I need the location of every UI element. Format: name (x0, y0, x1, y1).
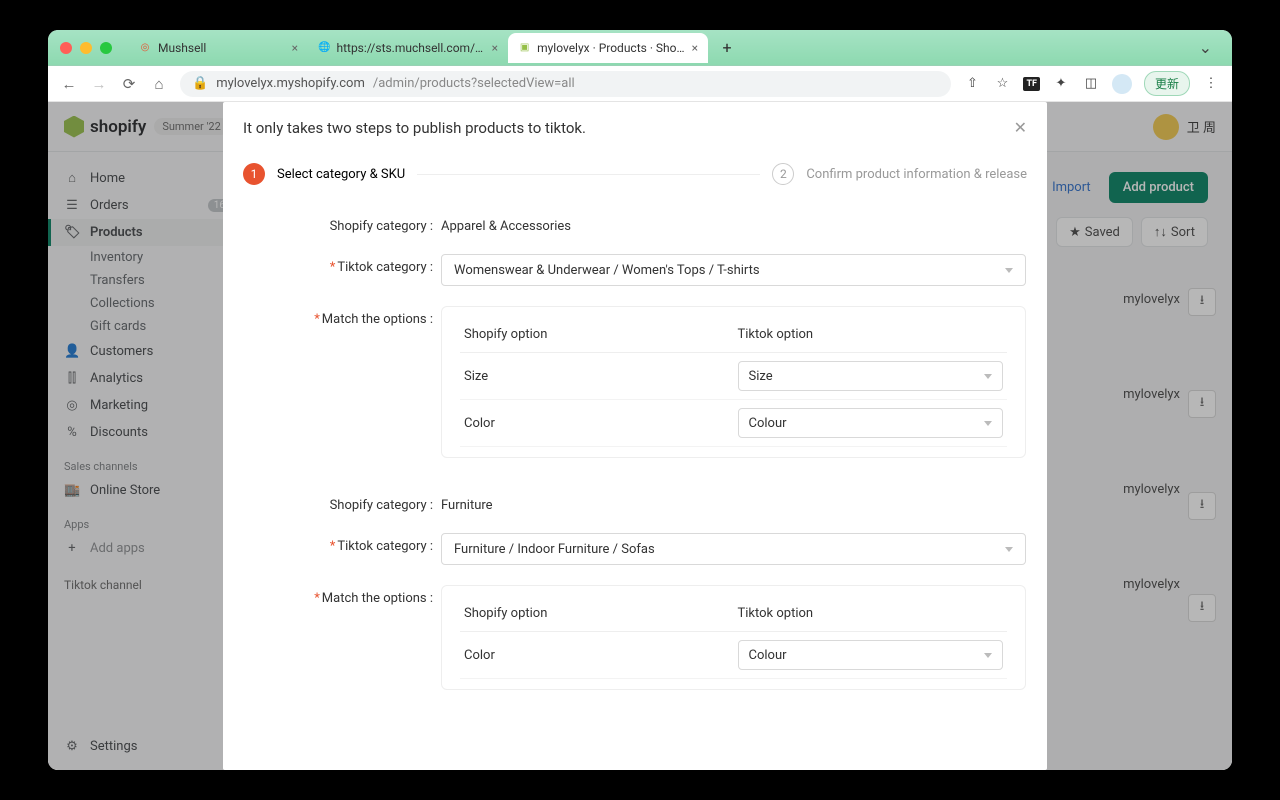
options-table-2: Shopify optionTiktok option ColorColour (441, 585, 1026, 690)
shopify-option-cell: Color (460, 400, 734, 447)
browser-window: ◎ Mushsell × 🌐 https://sts.muchsell.com/aut… (48, 30, 1232, 770)
extensions-icon[interactable]: ✦ (1052, 75, 1070, 93)
modal-title: It only takes two steps to publish produ… (243, 119, 586, 137)
tiktok-option-select[interactable]: Colour (738, 640, 1004, 670)
publish-modal: It only takes two steps to publish produ… (223, 102, 1047, 770)
browser-tabs: ◎ Mushsell × 🌐 https://sts.muchsell.com/aut… (128, 33, 1191, 63)
col-tiktok-option: Tiktok option (734, 317, 1008, 353)
tiktok-option-select[interactable]: Colour (738, 408, 1004, 438)
shopify-app: shopify Summer '22 🔍Search 卫 周 ⌂Home ☰Or… (48, 102, 1232, 770)
window-controls (60, 42, 112, 54)
col-shopify-option: Shopify option (460, 596, 734, 632)
modal-header: It only takes two steps to publish produ… (223, 102, 1047, 153)
tiktok-category-select[interactable]: Womenswear & Underwear / Women's Tops / … (441, 254, 1026, 286)
tiktok-category-label: *Tiktok category : (243, 254, 433, 275)
step-2-badge: 2 (772, 163, 794, 185)
minimize-window[interactable] (80, 42, 92, 54)
shopify-option-cell: Size (460, 353, 734, 400)
share-icon[interactable]: ⇧ (963, 75, 981, 93)
tab-label: Mushsell (158, 41, 206, 55)
shopify-category-value: Apparel & Accessories (441, 213, 571, 234)
update-button[interactable]: 更新 (1144, 71, 1190, 96)
url-host: mylovelyx.myshopify.com (216, 76, 365, 91)
star-icon[interactable]: ☆ (993, 75, 1011, 93)
url-bar: ← → ⟳ ⌂ 🔒 mylovelyx.myshopify.com/admin/… (48, 66, 1232, 102)
row-tiktok-category-2: *Tiktok category : Furniture / Indoor Fu… (243, 523, 1027, 575)
match-options-label: *Match the options : (243, 585, 433, 606)
step-1-badge: 1 (243, 163, 265, 185)
option-row: SizeSize (460, 353, 1007, 400)
stepper: 1 Select category & SKU 2 Confirm produc… (223, 153, 1047, 203)
profile-avatar-icon[interactable] (1112, 74, 1132, 94)
tab-overflow[interactable]: ⌄ (1191, 34, 1220, 61)
tab-auth[interactable]: 🌐 https://sts.muchsell.com/auth/ × (308, 33, 508, 63)
step-2-label: Confirm product information & release (806, 167, 1027, 182)
shopify-option-cell: Color (460, 632, 734, 679)
tab-mushsell[interactable]: ◎ Mushsell × (128, 33, 308, 63)
back-icon[interactable]: ← (60, 75, 78, 93)
row-match-options-2: *Match the options : Shopify optionTikto… (243, 575, 1027, 700)
menu-icon[interactable]: ⋮ (1202, 75, 1220, 93)
tab-label: https://sts.muchsell.com/auth/ (336, 41, 485, 55)
forward-icon[interactable]: → (90, 75, 108, 93)
close-icon[interactable]: × (692, 41, 698, 55)
favicon-generic: 🌐 (318, 41, 330, 55)
tiktok-option-select[interactable]: Size (738, 361, 1004, 391)
shopify-category-value: Furniture (441, 492, 493, 513)
titlebar: ◎ Mushsell × 🌐 https://sts.muchsell.com/aut… (48, 30, 1232, 66)
lock-icon: 🔒 (192, 76, 208, 91)
url-path: /admin/products?selectedView=all (373, 76, 575, 91)
tiktok-category-select[interactable]: Furniture / Indoor Furniture / Sofas (441, 533, 1026, 565)
close-icon[interactable]: × (292, 41, 298, 55)
step-1-label: Select category & SKU (277, 167, 405, 182)
address-input[interactable]: 🔒 mylovelyx.myshopify.com/admin/products… (180, 71, 951, 97)
shopify-category-label: Shopify category : (243, 492, 433, 513)
close-icon[interactable]: ✕ (1014, 118, 1027, 137)
tf-extension-icon[interactable]: TF (1023, 77, 1040, 91)
stepper-line (417, 174, 760, 175)
row-tiktok-category-1: *Tiktok category : Womenswear & Underwea… (243, 244, 1027, 296)
row-match-options-1: *Match the options : Shopify optionTikto… (243, 296, 1027, 468)
options-table-1: Shopify optionTiktok option SizeSize Col… (441, 306, 1026, 458)
favicon-shopify: ▣ (518, 41, 531, 55)
favicon-mushsell: ◎ (138, 41, 152, 55)
reload-icon[interactable]: ⟳ (120, 75, 138, 93)
col-shopify-option: Shopify option (460, 317, 734, 353)
tab-label: mylovelyx · Products · Shopify (537, 41, 686, 55)
option-row: ColorColour (460, 632, 1007, 679)
close-window[interactable] (60, 42, 72, 54)
close-icon[interactable]: × (492, 41, 498, 55)
shopify-category-label: Shopify category : (243, 213, 433, 234)
tiktok-category-label: *Tiktok category : (243, 533, 433, 554)
modal-body: Shopify category : Apparel & Accessories… (223, 203, 1047, 770)
col-tiktok-option: Tiktok option (734, 596, 1008, 632)
row-shopify-category-1: Shopify category : Apparel & Accessories (243, 203, 1027, 244)
home-icon[interactable]: ⌂ (150, 75, 168, 93)
sidepanel-icon[interactable]: ◫ (1082, 75, 1100, 93)
tab-shopify[interactable]: ▣ mylovelyx · Products · Shopify × (508, 33, 708, 63)
maximize-window[interactable] (100, 42, 112, 54)
match-options-label: *Match the options : (243, 306, 433, 327)
row-shopify-category-2: Shopify category : Furniture (243, 482, 1027, 523)
option-row: ColorColour (460, 400, 1007, 447)
new-tab-button[interactable]: + (714, 35, 740, 61)
